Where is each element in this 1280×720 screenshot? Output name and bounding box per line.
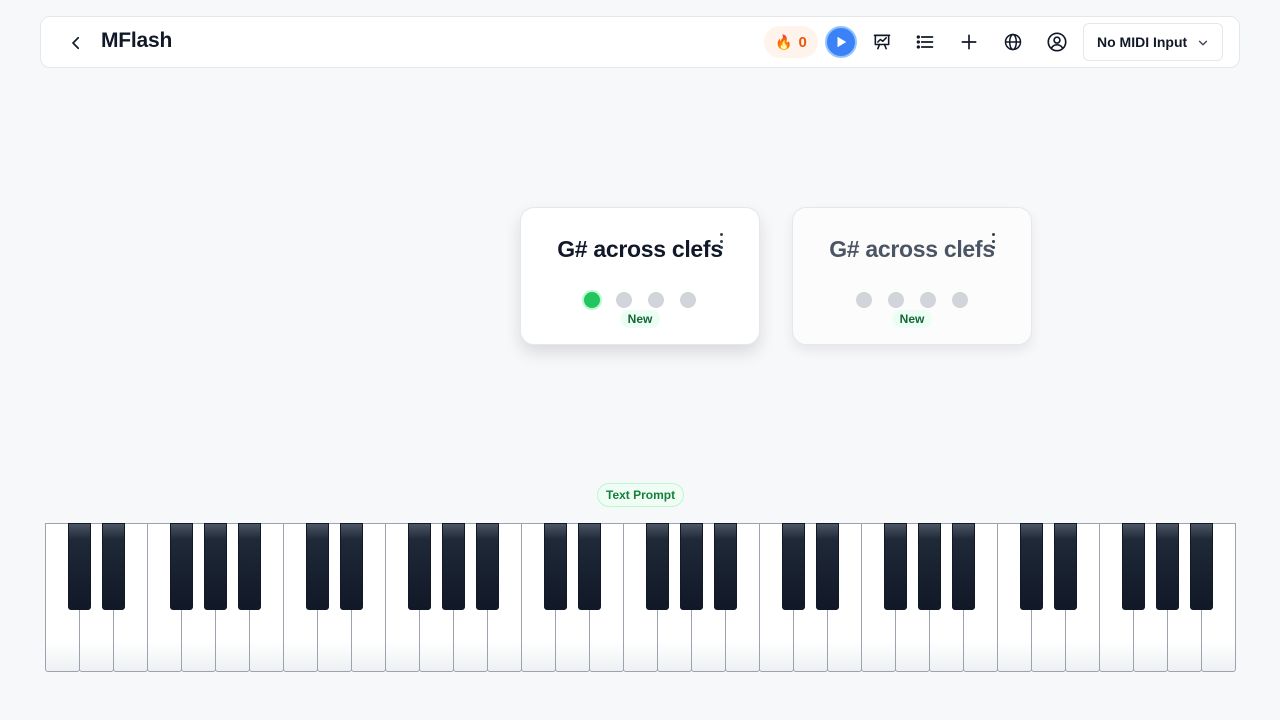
black-key-D#[interactable] [101, 523, 125, 610]
stats-button[interactable] [870, 30, 894, 54]
progress-dot [856, 292, 872, 308]
streak-badge[interactable]: 🔥 0 [764, 26, 818, 58]
progress-dots [521, 292, 759, 308]
black-key-C#[interactable] [305, 523, 329, 610]
black-key-G#[interactable] [203, 523, 227, 610]
black-key-D#[interactable] [815, 523, 839, 610]
black-key-G#[interactable] [917, 523, 941, 610]
plus-icon [961, 34, 977, 50]
black-key-A#[interactable] [951, 523, 975, 610]
globe-icon [1004, 33, 1022, 51]
black-key-G#[interactable] [679, 523, 703, 610]
black-key-C#[interactable] [1019, 523, 1043, 610]
black-key-A#[interactable] [475, 523, 499, 610]
user-circle-icon [1047, 32, 1067, 52]
piano-keyboard [45, 523, 1236, 672]
fire-icon: 🔥 [775, 33, 793, 50]
midi-input-select[interactable]: No MIDI Input [1083, 23, 1223, 61]
black-key-D#[interactable] [577, 523, 601, 610]
black-key-C#[interactable] [543, 523, 567, 610]
midi-select-value: No MIDI Input [1097, 34, 1188, 50]
deck-list-button[interactable] [913, 30, 937, 54]
progress-dot [952, 292, 968, 308]
more-vertical-icon [719, 233, 723, 236]
black-key-F#[interactable] [407, 523, 431, 610]
more-vertical-icon [991, 233, 995, 236]
black-key-G#[interactable] [1155, 523, 1179, 610]
progress-dot [616, 292, 632, 308]
back-button[interactable] [63, 30, 89, 56]
progress-dot [584, 292, 600, 308]
card-menu-button[interactable] [717, 232, 725, 250]
chart-presentation-icon [873, 34, 891, 50]
progress-dot [920, 292, 936, 308]
black-key-F#[interactable] [645, 523, 669, 610]
language-button[interactable] [1001, 30, 1025, 54]
streak-count: 0 [798, 33, 807, 51]
black-key-C#[interactable] [67, 523, 91, 610]
black-key-A#[interactable] [237, 523, 261, 610]
progress-dots [793, 292, 1031, 308]
black-key-A#[interactable] [1189, 523, 1213, 610]
black-key-A#[interactable] [713, 523, 737, 610]
black-key-F#[interactable] [883, 523, 907, 610]
card-menu-button[interactable] [989, 232, 997, 250]
account-button[interactable] [1045, 30, 1069, 54]
flashcard-next[interactable]: G# across clefs New [792, 207, 1032, 345]
play-icon [837, 36, 847, 48]
add-button[interactable] [957, 30, 981, 54]
play-button[interactable] [825, 26, 857, 58]
app-title: MFlash [101, 29, 173, 52]
black-key-G#[interactable] [441, 523, 465, 610]
black-key-C#[interactable] [781, 523, 805, 610]
flashcard-current[interactable]: G# across clefs New [520, 207, 760, 345]
list-icon [916, 35, 934, 49]
prompt-mode-badge[interactable]: Text Prompt [597, 483, 685, 507]
status-badge: New [892, 310, 932, 328]
black-key-D#[interactable] [339, 523, 363, 610]
progress-dot [888, 292, 904, 308]
top-bar: MFlash 🔥 0 No MIDI Input [40, 16, 1240, 68]
black-key-F#[interactable] [169, 523, 193, 610]
status-badge: New [620, 310, 660, 328]
chevron-left-icon [72, 36, 80, 50]
black-key-F#[interactable] [1121, 523, 1145, 610]
progress-dot [680, 292, 696, 308]
progress-dot [648, 292, 664, 308]
black-key-D#[interactable] [1053, 523, 1077, 610]
chevron-down-icon [1198, 40, 1208, 46]
